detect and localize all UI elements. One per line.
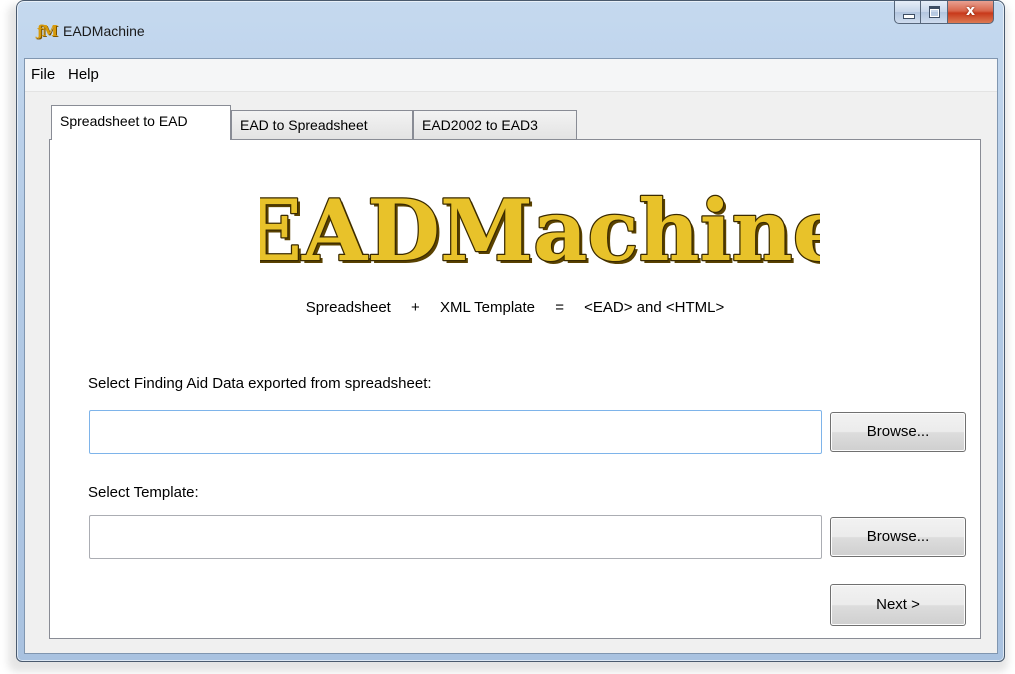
- formula-plus: +: [411, 299, 420, 316]
- tab-panel-spreadsheet-to-ead: EADMachine EADMachine Spreadsheet + XML …: [49, 139, 981, 639]
- browse-template-button[interactable]: Browse...: [830, 517, 966, 557]
- template-input[interactable]: [89, 515, 822, 559]
- maximize-icon: [929, 6, 940, 18]
- logo-text: EADMachine: [260, 181, 820, 278]
- client-area: File Help Spreadsheet to EAD EAD to Spre…: [24, 58, 998, 654]
- formula-xml-template: XML Template: [439, 299, 536, 316]
- browse-data-button[interactable]: Browse...: [830, 412, 966, 452]
- data-file-input[interactable]: [89, 410, 822, 454]
- formula-line: Spreadsheet + XML Template = <EAD> and <…: [50, 299, 980, 316]
- formula-result: <EAD> and <HTML>: [584, 299, 725, 316]
- app-window: ƒM EADMachine x File Help Spreadsheet to…: [16, 0, 1005, 662]
- data-file-label: Select Finding Aid Data exported from sp…: [88, 375, 432, 392]
- close-button[interactable]: x: [948, 1, 994, 24]
- formula-equals: =: [555, 299, 564, 316]
- tab-ead-to-spreadsheet[interactable]: EAD to Spreadsheet: [231, 110, 413, 139]
- tab-ead2002-to-ead3[interactable]: EAD2002 to EAD3: [413, 110, 577, 139]
- eadmachine-logo: EADMachine EADMachine: [260, 180, 820, 278]
- maximize-button[interactable]: [921, 1, 948, 24]
- formula-spreadsheet: Spreadsheet: [305, 299, 391, 316]
- menu-file[interactable]: File: [31, 66, 55, 83]
- menu-help[interactable]: Help: [68, 66, 99, 83]
- close-icon: x: [965, 3, 976, 19]
- template-label: Select Template:: [88, 484, 199, 501]
- minimize-button[interactable]: [894, 1, 921, 24]
- tab-spreadsheet-to-ead[interactable]: Spreadsheet to EAD: [51, 105, 231, 140]
- menu-bar: File Help: [25, 59, 997, 92]
- next-button[interactable]: Next >: [830, 584, 966, 626]
- title-bar[interactable]: ƒM EADMachine x: [17, 1, 1004, 58]
- minimize-icon: [903, 14, 915, 19]
- eadmachine-app-icon: ƒM: [37, 22, 58, 40]
- caption-buttons: x: [894, 1, 994, 25]
- window-title: EADMachine: [63, 23, 145, 39]
